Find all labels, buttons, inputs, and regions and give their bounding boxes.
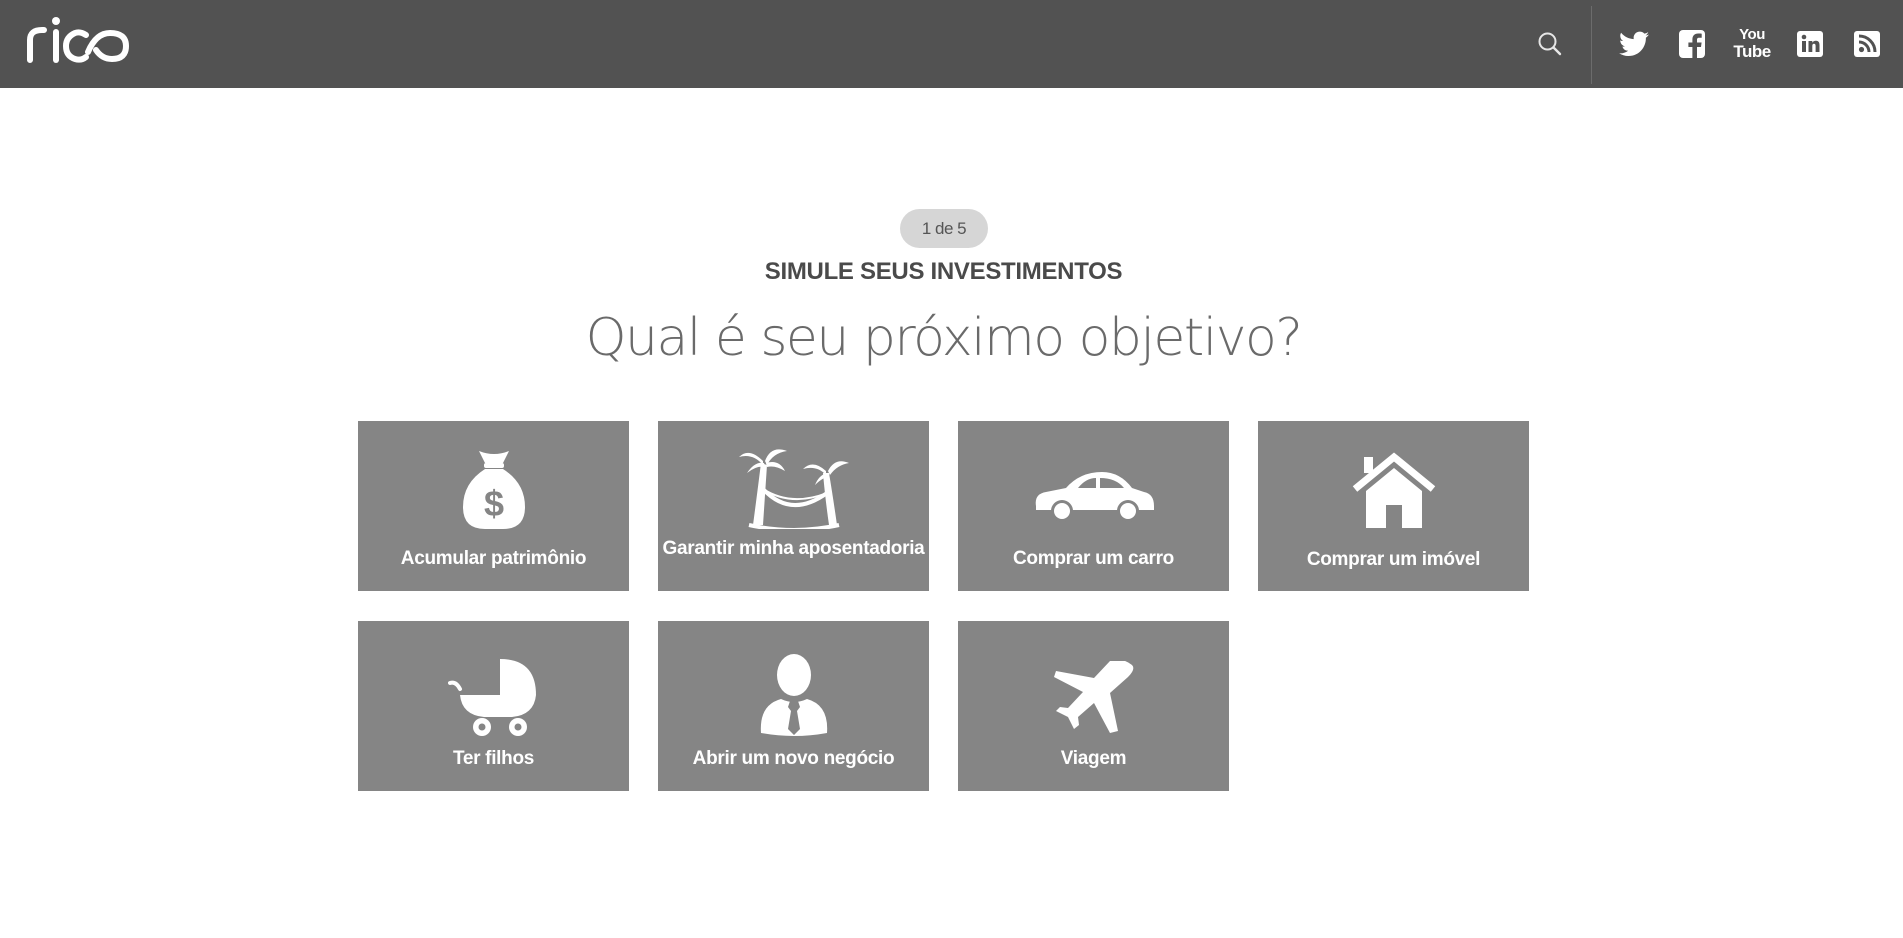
svg-text:$: $ <box>483 483 503 524</box>
search-button[interactable] <box>1536 30 1564 58</box>
airplane-icon <box>1053 661 1133 733</box>
businessman-icon <box>760 654 827 736</box>
search-icon <box>1538 32 1562 56</box>
goal-card-viagem[interactable]: Viagem <box>958 621 1229 791</box>
rico-logo-mark <box>27 17 130 63</box>
section-subtitle: SIMULE SEUS INVESTIMENTOS <box>764 258 1123 285</box>
linkedin-link[interactable] <box>1793 24 1827 64</box>
goal-card-acumular-patrimonio[interactable]: $ Acumular patrimônio <box>358 421 629 591</box>
goal-card-label: Garantir minha aposentadoria <box>662 538 925 559</box>
baby-stroller-icon <box>447 659 536 736</box>
goal-card-label: Viagem <box>1060 748 1127 769</box>
goal-card-comprar-imovel[interactable]: Comprar um imóvel <box>1258 421 1529 591</box>
rss-link[interactable] <box>1850 24 1884 64</box>
goal-card-label: Abrir um novo negócio <box>692 748 895 769</box>
page-headline: Qual é seu próximo objetivo? <box>0 308 1887 368</box>
goal-card-novo-negocio[interactable]: Abrir um novo negócio <box>658 621 929 791</box>
car-icon <box>1035 472 1154 522</box>
page-headline-text: Qual é seu próximo objetivo? <box>585 308 1303 368</box>
goal-card-label: Acumular patrimônio <box>400 548 587 569</box>
money-bag-icon: $ <box>462 451 525 529</box>
palm-hammock-icon <box>738 449 849 529</box>
youtube-icon: You Tube <box>1733 26 1771 61</box>
goal-card-label: Ter filhos <box>452 748 535 769</box>
goal-card-ter-filhos[interactable]: Ter filhos <box>358 621 629 791</box>
goal-card-comprar-carro[interactable]: Comprar um carro <box>958 421 1229 591</box>
twitter-icon <box>1619 31 1649 56</box>
twitter-link[interactable] <box>1617 24 1651 64</box>
linkedin-icon <box>1797 31 1823 57</box>
youtube-icon-text-bottom: Tube <box>1733 42 1771 61</box>
rico-logo[interactable] <box>26 16 134 64</box>
youtube-icon-text-top: You <box>1739 26 1765 43</box>
youtube-link[interactable]: You Tube <box>1733 24 1771 64</box>
goal-card-label: Comprar um imóvel <box>1306 549 1481 570</box>
rss-icon <box>1854 31 1880 57</box>
step-indicator: 1 de 5 <box>900 209 988 248</box>
header-divider <box>1591 6 1592 84</box>
facebook-icon <box>1679 30 1705 59</box>
facebook-link[interactable] <box>1675 24 1709 64</box>
house-icon <box>1352 452 1435 528</box>
goal-card-aposentadoria[interactable]: Garantir minha aposentadoria <box>658 421 929 591</box>
goal-card-label: Comprar um carro <box>1013 548 1174 569</box>
top-navigation-bar: You Tube <box>0 0 1903 88</box>
